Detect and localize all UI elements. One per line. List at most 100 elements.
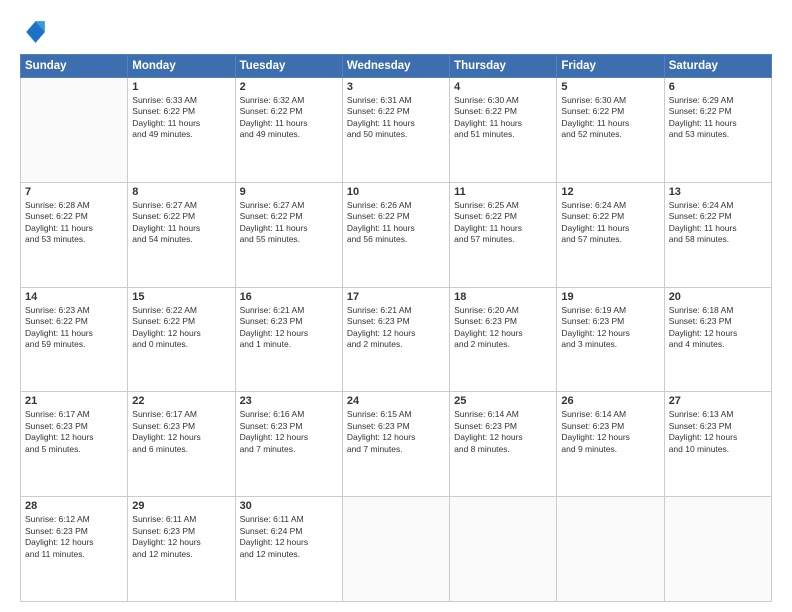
week-row-4: 21Sunrise: 6:17 AMSunset: 6:23 PMDayligh… [21, 392, 772, 497]
weekday-header-saturday: Saturday [664, 55, 771, 78]
day-info: Sunrise: 6:29 AMSunset: 6:22 PMDaylight:… [669, 95, 767, 141]
day-number: 15 [132, 291, 230, 303]
calendar-cell: 1Sunrise: 6:33 AMSunset: 6:22 PMDaylight… [128, 78, 235, 183]
day-number: 7 [25, 186, 123, 198]
calendar-cell: 9 Sunrise: 6:27 AMSunset: 6:22 PMDaylight… [235, 182, 342, 287]
weekday-header-sunday: Sunday [21, 55, 128, 78]
day-number: 5 [561, 81, 659, 93]
day-number: 3 [347, 81, 445, 93]
weekday-header-row: SundayMondayTuesdayWednesdayThursdayFrid… [21, 55, 772, 78]
calendar-cell: 21Sunrise: 6:17 AMSunset: 6:23 PMDayligh… [21, 392, 128, 497]
day-number: 18 [454, 291, 552, 303]
weekday-header-tuesday: Tuesday [235, 55, 342, 78]
calendar-cell: 17 Sunrise: 6:21 AMSunset: 6:23 PMDayligh… [342, 287, 449, 392]
calendar-cell: 3 Sunrise: 6:31 AMSunset: 6:22 PMDaylight… [342, 78, 449, 183]
week-row-2: 7 Sunrise: 6:28 AMSunset: 6:22 PMDaylight… [21, 182, 772, 287]
day-info: Sunrise: 6:25 AMSunset: 6:22 PMDaylight:… [454, 200, 552, 246]
day-number: 10 [347, 186, 445, 198]
calendar-cell [557, 497, 664, 602]
weekday-header-friday: Friday [557, 55, 664, 78]
day-info: Sunrise: 6:12 AMSunset: 6:23 PMDaylight:… [25, 514, 123, 560]
day-info: Sunrise: 6:14 AMSunset: 6:23 PMDaylight:… [561, 409, 659, 455]
calendar-cell: 15 Sunrise: 6:22 AMSunset: 6:22 PMDayligh… [128, 287, 235, 392]
calendar-cell [21, 78, 128, 183]
day-number: 11 [454, 186, 552, 198]
day-number: 28 [25, 500, 123, 512]
day-number: 19 [561, 291, 659, 303]
calendar-cell: 14 Sunrise: 6:23 AMSunset: 6:22 PMDayligh… [21, 287, 128, 392]
calendar-table: SundayMondayTuesdayWednesdayThursdayFrid… [20, 54, 772, 602]
calendar-cell: 2 Sunrise: 6:32 AMSunset: 6:22 PMDaylight… [235, 78, 342, 183]
day-number: 2 [240, 81, 338, 93]
day-number: 20 [669, 291, 767, 303]
calendar-cell [450, 497, 557, 602]
calendar-cell [664, 497, 771, 602]
day-number: 30 [240, 500, 338, 512]
calendar-cell: 4 Sunrise: 6:30 AMSunset: 6:22 PMDaylight… [450, 78, 557, 183]
calendar-cell: 23Sunrise: 6:16 AMSunset: 6:23 PMDayligh… [235, 392, 342, 497]
day-info: Sunrise: 6:30 AMSunset: 6:22 PMDaylight:… [561, 95, 659, 141]
header [20, 18, 772, 46]
day-info: Sunrise: 6:27 AMSunset: 6:22 PMDaylight:… [240, 200, 338, 246]
day-info: Sunrise: 6:18 AMSunset: 6:23 PMDaylight:… [669, 305, 767, 351]
logo-icon [20, 18, 48, 46]
day-info: Sunrise: 6:28 AMSunset: 6:22 PMDaylight:… [25, 200, 123, 246]
page: SundayMondayTuesdayWednesdayThursdayFrid… [0, 0, 792, 612]
calendar-cell: 22 Sunrise: 6:17 AMSunset: 6:23 PMDayligh… [128, 392, 235, 497]
day-info: Sunrise: 6:21 AMSunset: 6:23 PMDaylight:… [347, 305, 445, 351]
day-number: 6 [669, 81, 767, 93]
day-info: Sunrise: 6:27 AMSunset: 6:22 PMDaylight:… [132, 200, 230, 246]
day-number: 9 [240, 186, 338, 198]
day-info: Sunrise: 6:31 AMSunset: 6:22 PMDaylight:… [347, 95, 445, 141]
week-row-5: 28 Sunrise: 6:12 AMSunset: 6:23 PMDayligh… [21, 497, 772, 602]
day-info: Sunrise: 6:17 AMSunset: 6:23 PMDaylight:… [25, 409, 123, 455]
day-info: Sunrise: 6:21 AMSunset: 6:23 PMDaylight:… [240, 305, 338, 351]
calendar-cell [342, 497, 449, 602]
day-info: Sunrise: 6:13 AMSunset: 6:23 PMDaylight:… [669, 409, 767, 455]
calendar-cell: 20 Sunrise: 6:18 AMSunset: 6:23 PMDayligh… [664, 287, 771, 392]
day-info: Sunrise: 6:32 AMSunset: 6:22 PMDaylight:… [240, 95, 338, 141]
day-info: Sunrise: 6:14 AMSunset: 6:23 PMDaylight:… [454, 409, 552, 455]
day-number: 25 [454, 395, 552, 407]
calendar-cell: 29 Sunrise: 6:11 AMSunset: 6:23 PMDayligh… [128, 497, 235, 602]
day-number: 22 [132, 395, 230, 407]
day-number: 4 [454, 81, 552, 93]
week-row-1: 1Sunrise: 6:33 AMSunset: 6:22 PMDaylight… [21, 78, 772, 183]
day-info: Sunrise: 6:30 AMSunset: 6:22 PMDaylight:… [454, 95, 552, 141]
day-info: Sunrise: 6:22 AMSunset: 6:22 PMDaylight:… [132, 305, 230, 351]
calendar-cell: 8 Sunrise: 6:27 AMSunset: 6:22 PMDaylight… [128, 182, 235, 287]
calendar-cell: 12Sunrise: 6:24 AMSunset: 6:22 PMDayligh… [557, 182, 664, 287]
day-number: 27 [669, 395, 767, 407]
day-number: 17 [347, 291, 445, 303]
day-info: Sunrise: 6:15 AMSunset: 6:23 PMDaylight:… [347, 409, 445, 455]
day-number: 24 [347, 395, 445, 407]
day-info: Sunrise: 6:24 AMSunset: 6:22 PMDaylight:… [561, 200, 659, 246]
day-number: 29 [132, 500, 230, 512]
weekday-header-monday: Monday [128, 55, 235, 78]
calendar-cell: 27 Sunrise: 6:13 AMSunset: 6:23 PMDayligh… [664, 392, 771, 497]
day-number: 14 [25, 291, 123, 303]
calendar-cell: 11 Sunrise: 6:25 AMSunset: 6:22 PMDayligh… [450, 182, 557, 287]
day-info: Sunrise: 6:26 AMSunset: 6:22 PMDaylight:… [347, 200, 445, 246]
day-number: 8 [132, 186, 230, 198]
day-info: Sunrise: 6:23 AMSunset: 6:22 PMDaylight:… [25, 305, 123, 351]
day-info: Sunrise: 6:11 AMSunset: 6:24 PMDaylight:… [240, 514, 338, 560]
calendar-cell: 6 Sunrise: 6:29 AMSunset: 6:22 PMDaylight… [664, 78, 771, 183]
calendar-cell: 16 Sunrise: 6:21 AMSunset: 6:23 PMDayligh… [235, 287, 342, 392]
day-info: Sunrise: 6:16 AMSunset: 6:23 PMDaylight:… [240, 409, 338, 455]
day-info: Sunrise: 6:20 AMSunset: 6:23 PMDaylight:… [454, 305, 552, 351]
day-info: Sunrise: 6:11 AMSunset: 6:23 PMDaylight:… [132, 514, 230, 560]
day-info: Sunrise: 6:33 AMSunset: 6:22 PMDaylight:… [132, 95, 230, 141]
day-info: Sunrise: 6:24 AMSunset: 6:22 PMDaylight:… [669, 200, 767, 246]
calendar-cell: 24 Sunrise: 6:15 AMSunset: 6:23 PMDayligh… [342, 392, 449, 497]
day-info: Sunrise: 6:17 AMSunset: 6:23 PMDaylight:… [132, 409, 230, 455]
calendar-cell: 26Sunrise: 6:14 AMSunset: 6:23 PMDayligh… [557, 392, 664, 497]
logo [20, 18, 52, 46]
calendar-cell: 19Sunrise: 6:19 AMSunset: 6:23 PMDayligh… [557, 287, 664, 392]
calendar-cell: 25 Sunrise: 6:14 AMSunset: 6:23 PMDayligh… [450, 392, 557, 497]
calendar-cell: 5 Sunrise: 6:30 AMSunset: 6:22 PMDaylight… [557, 78, 664, 183]
week-row-3: 14 Sunrise: 6:23 AMSunset: 6:22 PMDayligh… [21, 287, 772, 392]
weekday-header-wednesday: Wednesday [342, 55, 449, 78]
day-number: 16 [240, 291, 338, 303]
calendar-cell: 30 Sunrise: 6:11 AMSunset: 6:24 PMDayligh… [235, 497, 342, 602]
